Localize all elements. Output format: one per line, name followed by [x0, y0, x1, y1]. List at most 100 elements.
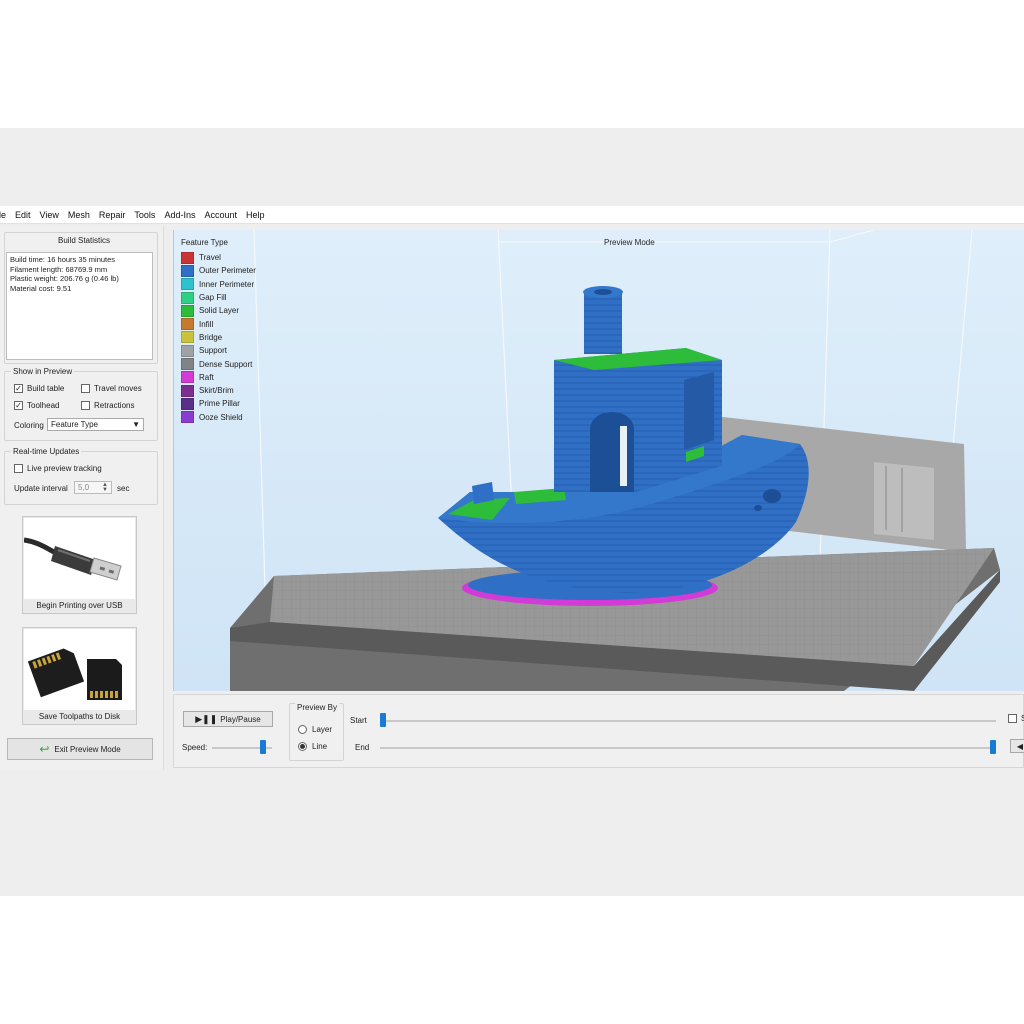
menu-bar: ile Edit View Mesh Repair Tools Add-Ins …: [0, 206, 1024, 224]
menu-repair[interactable]: Repair: [99, 210, 126, 220]
legend-label: Skirt/Brim: [199, 386, 234, 396]
left-panel: Build Statistics Build time: 16 hours 35…: [0, 226, 164, 770]
usb-cable-image: [24, 518, 135, 599]
show-in-preview-title: Show in Preview: [11, 367, 75, 376]
legend-item: Solid Layer: [181, 304, 256, 317]
menu-view[interactable]: View: [40, 210, 59, 220]
legend-swatch: [181, 318, 194, 331]
app-window: ile Edit View Mesh Repair Tools Add-Ins …: [0, 128, 1024, 896]
legend-item: Inner Perimeter: [181, 278, 256, 291]
build-statistics-title: Build Statistics: [57, 236, 111, 245]
start-slider-handle[interactable]: [380, 713, 386, 727]
legend-swatch: [181, 264, 194, 277]
legend-item: Travel: [181, 251, 256, 264]
legend-swatch: [181, 251, 194, 264]
menu-mesh[interactable]: Mesh: [68, 210, 90, 220]
end-slider-handle[interactable]: [990, 740, 996, 754]
realtime-updates-title: Real-time Updates: [11, 447, 82, 456]
cut-checkbox[interactable]: S: [1008, 714, 1024, 723]
radio-icon: [298, 725, 307, 734]
menu-file[interactable]: ile: [0, 210, 6, 220]
update-interval-spinbox[interactable]: 5,0 ▲ ▼: [74, 481, 112, 494]
legend-swatch: [181, 344, 194, 357]
legend-item: Skirt/Brim: [181, 384, 256, 397]
menu-edit[interactable]: Edit: [15, 210, 31, 220]
save-toolpaths-button[interactable]: Save Toolpaths to Disk: [22, 627, 137, 725]
retractions-checkbox[interactable]: Retractions: [81, 401, 134, 410]
legend-swatch: [181, 397, 194, 410]
legend-swatch: [181, 331, 194, 344]
legend-label: Gap Fill: [199, 293, 227, 303]
step-back-button[interactable]: ◀: [1010, 739, 1024, 753]
play-pause-icon: ▶❚❚: [195, 713, 218, 724]
exit-preview-button[interactable]: ↩ Exit Preview Mode: [7, 738, 153, 760]
toolhead-checkbox[interactable]: ✓ Toolhead: [14, 401, 59, 410]
speed-slider-handle[interactable]: [259, 740, 266, 754]
checkbox-unchecked-icon: [14, 464, 23, 473]
legend-item: Gap Fill: [181, 291, 256, 304]
legend-items: Travel Outer Perimeter Inner Perimeter Gap …: [181, 251, 256, 424]
preview-viewport[interactable]: Feature Type Travel Outer Perimeter Inner …: [173, 230, 1024, 691]
legend-label: Solid Layer: [199, 306, 240, 316]
arrow-left-icon: ◀: [1016, 741, 1024, 751]
stat-material-cost: Material cost: 9.51: [10, 283, 72, 293]
legend-item: Outer Perimeter: [181, 264, 256, 277]
update-interval-unit: sec: [117, 484, 130, 493]
build-statistics-box: Build time: 16 hours 35 minutes Filament…: [6, 252, 153, 360]
menu-help[interactable]: Help: [246, 210, 265, 220]
coloring-select[interactable]: Feature Type ▼: [47, 418, 144, 431]
legend-swatch: [181, 384, 194, 397]
legend-label: Raft: [199, 372, 214, 382]
legend-label: Inner Perimeter: [199, 279, 255, 289]
legend-label: Bridge: [199, 332, 223, 342]
legend-item: Bridge: [181, 331, 256, 344]
checkbox-unchecked-icon: [81, 384, 90, 393]
usb-print-button[interactable]: Begin Printing over USB: [22, 516, 137, 614]
legend-item: Prime Pillar: [181, 397, 256, 410]
legend-swatch: [181, 358, 194, 371]
coloring-label: Coloring: [14, 421, 44, 430]
legend-label: Infill: [199, 319, 214, 329]
radio-icon: [298, 742, 307, 751]
legend-item: Dense Support: [181, 357, 256, 371]
legend-swatch: [181, 291, 194, 304]
legend-label: Dense Support: [199, 359, 253, 369]
stat-filament-length: Filament length: 68769.9 mm: [10, 264, 108, 274]
checkbox-unchecked-icon: [1008, 714, 1017, 723]
spin-arrows-icon: ▲ ▼: [102, 481, 108, 493]
update-interval-label: Update interval: [14, 484, 68, 493]
checkbox-unchecked-icon: [81, 401, 90, 410]
play-pause-button[interactable]: ▶❚❚ Play/Pause: [183, 711, 273, 727]
scene-render: [230, 230, 1000, 691]
legend-label: Support: [199, 346, 228, 356]
line-radio[interactable]: Line: [298, 742, 327, 751]
speed-label: Speed:: [182, 743, 208, 752]
top-whitespace: [0, 0, 1024, 128]
menu-account[interactable]: Account: [204, 210, 237, 220]
live-preview-checkbox[interactable]: Live preview tracking: [14, 464, 102, 473]
legend-label: Prime Pillar: [199, 399, 240, 409]
sd-card-image: [24, 629, 135, 710]
start-track: [380, 720, 996, 722]
legend-item: Infill: [181, 317, 256, 331]
travel-moves-checkbox[interactable]: Travel moves: [81, 384, 142, 393]
build-table-checkbox[interactable]: ✓ Build table: [14, 384, 64, 393]
feature-legend: Feature Type Travel Outer Perimeter Inner …: [181, 238, 256, 424]
layer-radio[interactable]: Layer: [298, 725, 332, 734]
legend-label: Travel: [199, 253, 221, 263]
legend-label: Ooze Shield: [199, 412, 243, 422]
preview-by-title: Preview By: [295, 703, 340, 712]
legend-swatch: [181, 278, 194, 291]
menu-add-ins[interactable]: Add-Ins: [164, 210, 195, 220]
preview-mode-label: Preview Mode: [604, 238, 655, 247]
legend-item: Support: [181, 344, 256, 357]
stat-build-time: Build time: 16 hours 35 minutes: [10, 255, 116, 264]
end-label: End: [355, 743, 370, 752]
menu-tools[interactable]: Tools: [134, 210, 155, 220]
legend-swatch: [181, 304, 194, 317]
realtime-updates-group: Real-time Updates: [4, 447, 158, 505]
legend-label: Outer Perimeter: [199, 266, 256, 276]
start-label: Start: [350, 716, 367, 725]
legend-title: Feature Type: [181, 238, 228, 247]
checkbox-checked-icon: ✓: [14, 400, 23, 410]
